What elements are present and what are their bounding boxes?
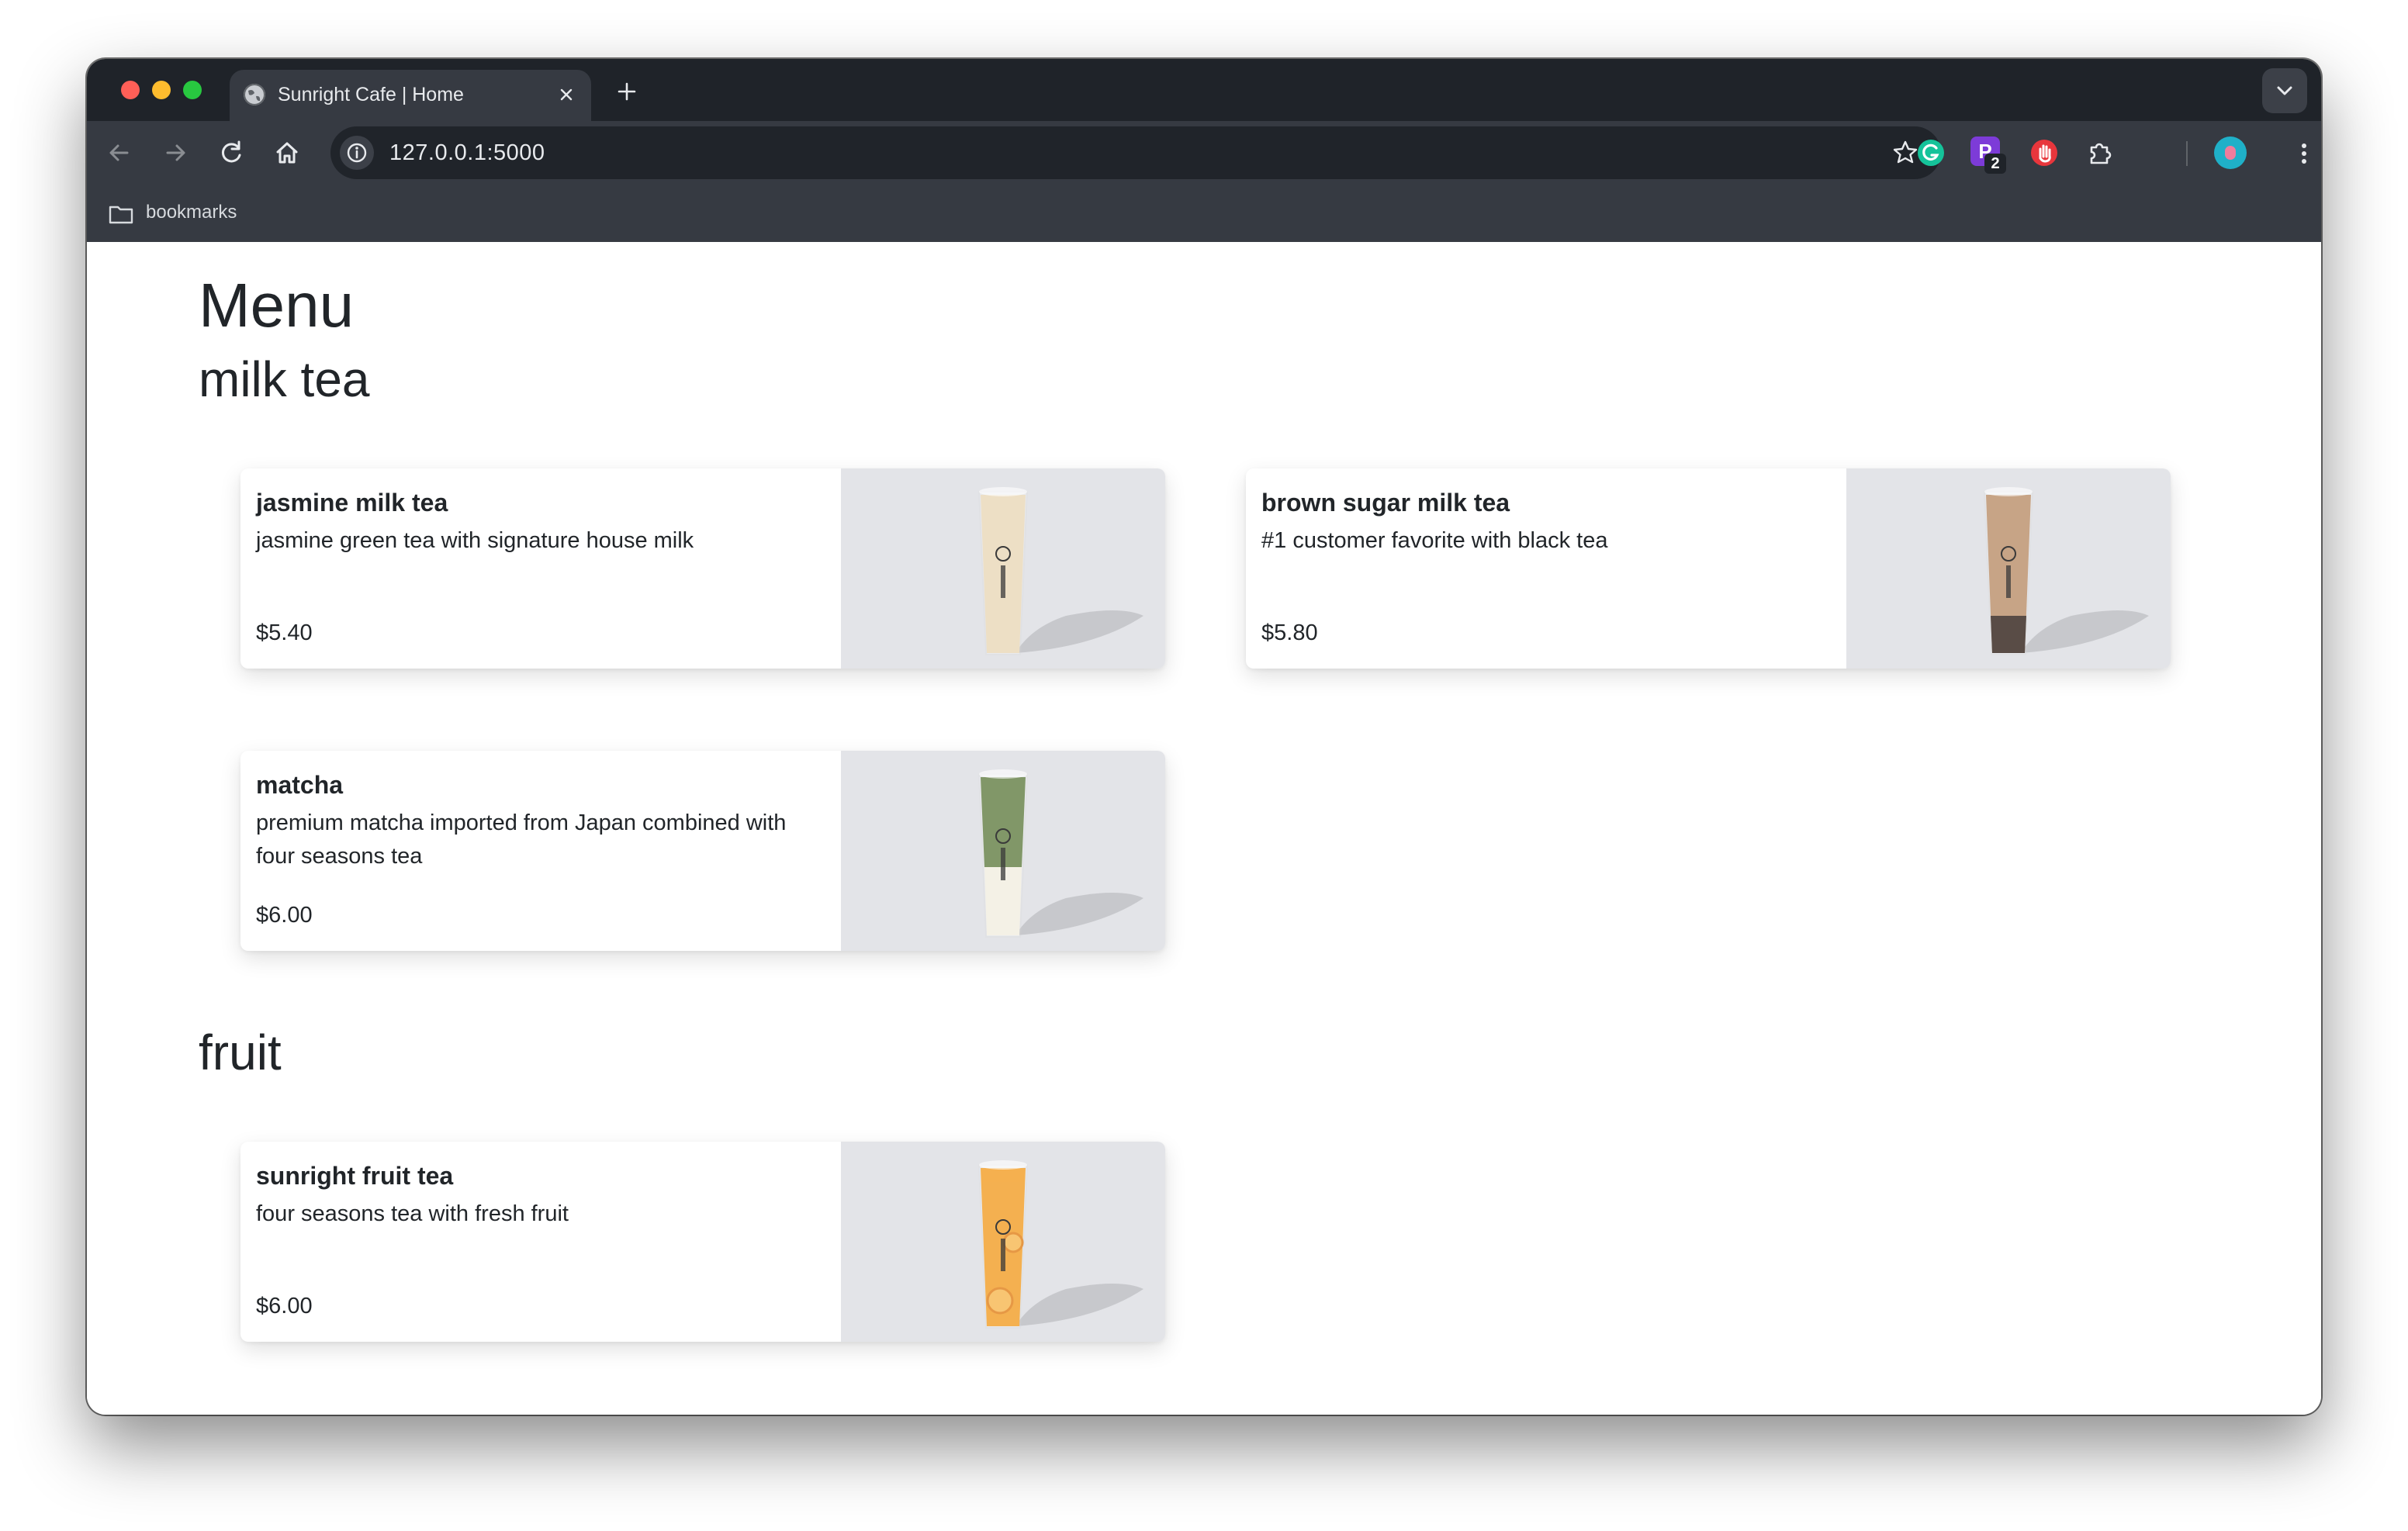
globe-icon: [244, 84, 265, 105]
profile-avatar[interactable]: [2214, 137, 2247, 169]
card-body: jasmine milk tea jasmine green tea with …: [256, 468, 827, 669]
stop-hand-extension-icon[interactable]: [2026, 135, 2062, 171]
active-tab[interactable]: Sunright Cafe | Home: [230, 70, 591, 121]
toolbar-separator: [2186, 141, 2188, 166]
item-name: jasmine milk tea: [256, 489, 448, 517]
close-window-button[interactable]: [121, 81, 140, 99]
new-tab-icon[interactable]: [611, 76, 642, 107]
grammarly-extension-icon[interactable]: [1913, 135, 1949, 171]
browser-window: Sunright Cafe | Home 127.0.0.1:5000 P 2: [87, 59, 2321, 1415]
item-description: premium matcha imported from Japan combi…: [256, 810, 787, 869]
browser-toolbar: 127.0.0.1:5000 P 2: [87, 121, 2321, 185]
address-bar[interactable]: 127.0.0.1:5000: [330, 126, 1941, 179]
item-description: four seasons tea with fresh fruit: [256, 1201, 569, 1226]
menu-item-card[interactable]: brown sugar milk tea #1 customer favorit…: [1246, 468, 2171, 669]
menu-item-card[interactable]: jasmine milk tea jasmine green tea with …: [240, 468, 1165, 669]
page-viewport: Menu milk tea jasmine milk tea jasmine g…: [87, 242, 2321, 1415]
tab-search-button[interactable]: [2262, 68, 2307, 113]
bookmarks-folder-link[interactable]: bookmarks: [146, 202, 237, 223]
item-description: #1 customer favorite with black tea: [1261, 528, 1608, 553]
tab-title: Sunright Cafe | Home: [278, 84, 464, 105]
card-body: matcha premium matcha imported from Japa…: [256, 751, 827, 951]
item-name: matcha: [256, 771, 344, 799]
item-name: sunright fruit tea: [256, 1162, 454, 1190]
item-price: $6.00: [256, 1294, 313, 1318]
maximize-window-button[interactable]: [183, 81, 202, 99]
drink-photo: [1846, 468, 2171, 669]
window-controls: [121, 81, 202, 99]
minimize-window-button[interactable]: [152, 81, 171, 99]
bookmarks-bar: bookmarks: [87, 185, 2321, 243]
item-price: $5.80: [1261, 620, 1318, 645]
back-arrow-icon[interactable]: [101, 134, 138, 171]
card-body: brown sugar milk tea #1 customer favorit…: [1261, 468, 1832, 669]
chevron-down-icon: [2277, 86, 2292, 95]
item-price: $5.40: [256, 620, 313, 645]
site-info-icon[interactable]: [340, 136, 374, 170]
tab-strip: Sunright Cafe | Home: [87, 59, 2321, 121]
section-title-fruit: fruit: [199, 1025, 282, 1080]
drink-photo: [841, 1142, 1165, 1342]
card-body: sunright fruit tea four seasons tea with…: [256, 1142, 827, 1342]
close-tab-icon[interactable]: [555, 84, 577, 105]
reload-icon[interactable]: [213, 134, 250, 171]
folder-icon[interactable]: [107, 200, 135, 228]
menu-item-card[interactable]: sunright fruit tea four seasons tea with…: [240, 1142, 1165, 1342]
url-text: 127.0.0.1:5000: [389, 140, 545, 165]
more-options-icon[interactable]: [2289, 138, 2320, 169]
forward-arrow-icon[interactable]: [157, 134, 194, 171]
item-name: brown sugar milk tea: [1261, 489, 1510, 517]
menu-item-card[interactable]: matcha premium matcha imported from Japa…: [240, 751, 1165, 951]
item-description: jasmine green tea with signature house m…: [256, 528, 694, 553]
page-title: Menu: [199, 271, 355, 340]
item-price: $6.00: [256, 903, 313, 928]
drink-photo: [841, 468, 1165, 669]
extensions-puzzle-icon[interactable]: [2082, 135, 2118, 171]
extension-badge: 2: [1984, 154, 2006, 174]
section-title-milk-tea: milk tea: [199, 351, 370, 407]
home-icon[interactable]: [268, 134, 306, 171]
drink-photo: [841, 751, 1165, 951]
